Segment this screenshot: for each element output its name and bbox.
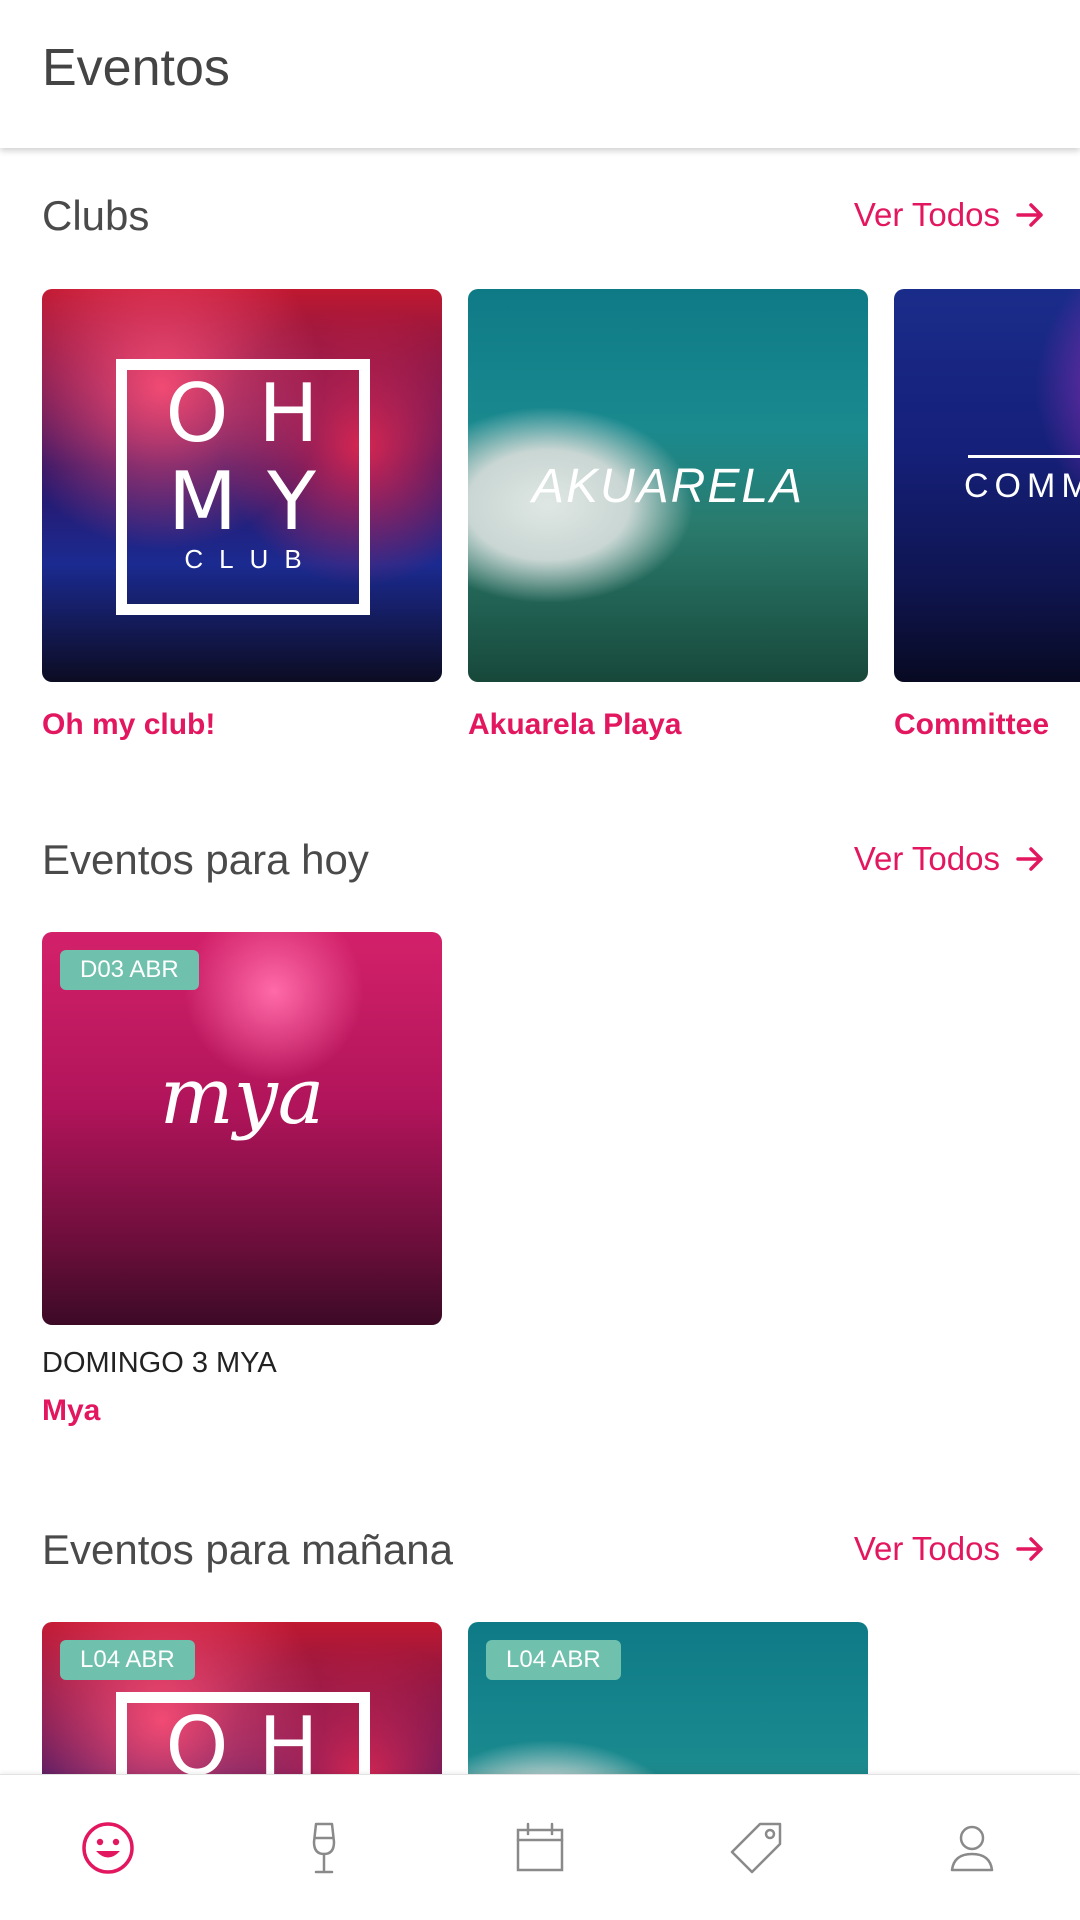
tag-icon xyxy=(730,1822,782,1873)
tomorrow-section-header: Eventos para mañana Ver Todos xyxy=(0,1526,1080,1596)
event-card-akuarela[interactable]: AKUARELA L04 ABR xyxy=(468,1622,868,1774)
nav-item-offers[interactable] xyxy=(696,1788,816,1908)
smiley-icon xyxy=(82,1821,134,1874)
event-title: DOMINGO 3 MYA xyxy=(42,1347,277,1379)
arrow-right-icon xyxy=(1016,847,1043,871)
event-card-mya[interactable]: mya D03 ABR DOMINGO 3 MYA Mya xyxy=(42,932,442,1428)
oh-my-club-logo: OH MY CLUB xyxy=(116,359,370,615)
see-all-label: Ver Todos xyxy=(853,840,1000,877)
today-see-all-link[interactable]: Ver Todos xyxy=(854,840,1046,878)
event-venue: Mya xyxy=(42,1394,101,1427)
page-title: Eventos xyxy=(42,39,230,97)
date-badge: L04 ABR xyxy=(60,1640,195,1680)
see-all-label: Ver Todos xyxy=(853,196,1000,233)
akuarela-playa-image: AKUARELA xyxy=(468,289,868,682)
calendar-icon xyxy=(516,1822,564,1871)
tomorrow-section-title: Eventos para mañana xyxy=(42,1526,453,1573)
nav-item-profile[interactable] xyxy=(912,1788,1032,1908)
today-section-title: Eventos para hoy xyxy=(42,836,369,883)
club-name: Committee xyxy=(894,708,1050,741)
clubs-section-title: Clubs xyxy=(42,192,150,239)
clubs-section-header: Clubs Ver Todos xyxy=(0,192,1080,262)
bottom-navigation xyxy=(0,1774,1080,1920)
oh-my-club-image: OH MY CLUB xyxy=(42,289,442,682)
club-card-akuarela-playa[interactable]: AKUARELA Akuarela Playa xyxy=(468,289,868,742)
club-name: Akuarela Playa xyxy=(468,708,682,741)
committee-logo: COMM xyxy=(964,467,1080,505)
arrow-right-icon xyxy=(1016,1537,1043,1561)
clubs-see-all-link[interactable]: Ver Todos xyxy=(854,196,1046,234)
profile-icon xyxy=(950,1825,994,1871)
nav-item-events[interactable] xyxy=(48,1788,168,1908)
club-card-oh-my-club[interactable]: OH MY CLUB Oh my club! xyxy=(42,289,442,742)
tomorrow-see-all-link[interactable]: Ver Todos xyxy=(854,1530,1046,1568)
akuarela-event-image: AKUARELA L04 ABR xyxy=(468,1622,868,1774)
today-section-header: Eventos para hoy Ver Todos xyxy=(0,836,1080,906)
main-content[interactable]: Clubs Ver Todos OH MY CLUB Oh my club! A… xyxy=(0,148,1080,1774)
club-card-committee[interactable]: COMM Committee xyxy=(894,289,1080,742)
see-all-label: Ver Todos xyxy=(853,1530,1000,1567)
akuarela-logo: AKUARELA xyxy=(531,460,805,513)
nav-item-calendar[interactable] xyxy=(480,1788,600,1908)
club-name: Oh my club! xyxy=(42,708,216,741)
date-badge: L04 ABR xyxy=(486,1640,621,1680)
event-card-oh-my-club[interactable]: OH MY CLUB L04 ABR xyxy=(42,1622,442,1774)
mya-logo: mya xyxy=(159,1052,325,1142)
app-bar: Eventos xyxy=(0,0,1080,148)
arrow-right-icon xyxy=(1016,203,1043,227)
nav-item-clubs[interactable] xyxy=(264,1788,384,1908)
oh-my-club-logo: OH MY CLUB xyxy=(116,1692,370,1774)
wine-glass-icon xyxy=(312,1822,336,1873)
mya-event-image: mya D03 ABR xyxy=(42,932,442,1325)
committee-image: COMM xyxy=(894,289,1080,682)
oh-my-club-event-image: OH MY CLUB L04 ABR xyxy=(42,1622,442,1774)
date-badge: D03 ABR xyxy=(60,950,199,990)
